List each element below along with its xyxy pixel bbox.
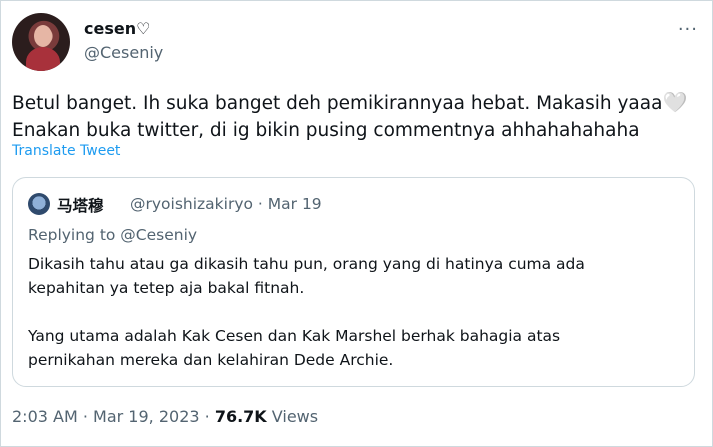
avatar[interactable] (12, 13, 70, 71)
translate-tweet-link[interactable]: Translate Tweet (12, 143, 120, 159)
tweet-card: cesen♡ @Ceseniy ··· Betul banget. Ih suk… (0, 0, 713, 447)
quote-text: Dikasih tahu atau ga dikasih tahu pun, o… (28, 255, 585, 369)
tweet-meta: 2:03 AM · Mar 19, 2023 · 76.7K Views (12, 407, 318, 426)
author-name[interactable]: cesen♡ (84, 19, 150, 38)
tweet-header: cesen♡ @Ceseniy ··· (12, 13, 702, 73)
tweet-text: Betul banget. Ih suka banget deh pemikir… (12, 89, 702, 144)
avatar-shoulder (26, 47, 60, 71)
quote-handle-date[interactable]: @ryoishizakiryo · Mar 19 (130, 195, 322, 213)
tweet-line-2: Enakan buka twitter, di ig bikin pusing … (12, 120, 640, 141)
views-label: Views (266, 407, 319, 426)
views-count[interactable]: 76.7K (215, 407, 267, 426)
quote-author-name[interactable]: 马塔穆 (57, 194, 104, 216)
replying-to[interactable]: Replying to @Ceseniy (28, 226, 197, 244)
heart-emoji: 🤍 (662, 90, 688, 114)
quoted-tweet[interactable]: 马塔穆 @ryoishizakiryo · Mar 19 Replying to… (12, 177, 695, 387)
more-options-icon[interactable]: ··· (678, 19, 698, 40)
avatar-face (34, 25, 52, 47)
tweet-timestamp[interactable]: 2:03 AM · Mar 19, 2023 · (12, 407, 215, 426)
tweet-line-1: Betul banget. Ih suka banget deh pemikir… (12, 93, 663, 114)
author-handle[interactable]: @Ceseniy (84, 43, 163, 62)
quote-avatar[interactable] (28, 193, 50, 215)
